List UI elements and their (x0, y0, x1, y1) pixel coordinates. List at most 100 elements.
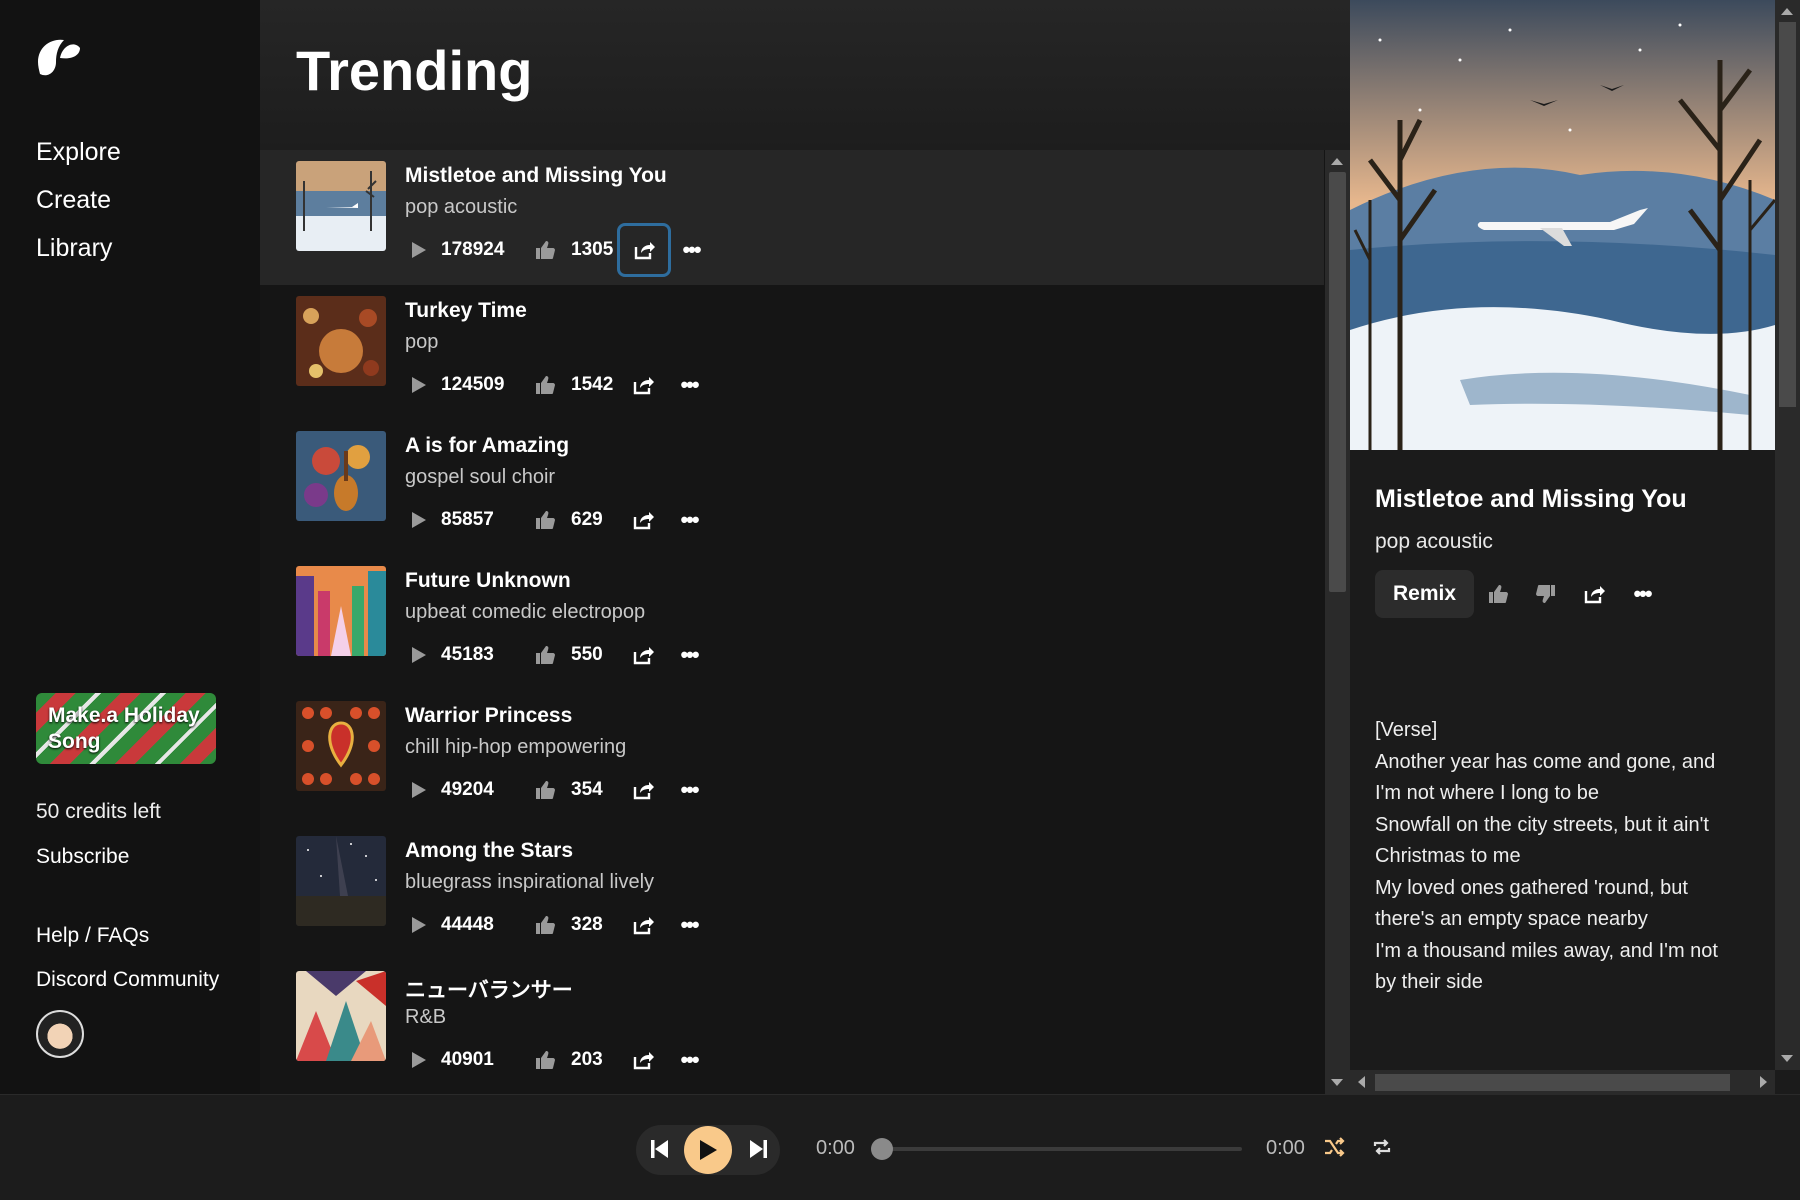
nav-create[interactable]: Create (36, 176, 121, 224)
previous-track-icon[interactable] (650, 1138, 670, 1160)
share-button[interactable] (617, 494, 669, 546)
play-icon[interactable] (405, 506, 433, 534)
play-icon[interactable] (405, 371, 433, 399)
scroll-down-icon[interactable] (1331, 1079, 1343, 1086)
thumbs-up-icon[interactable] (1474, 570, 1522, 618)
scrollbar-thumb[interactable] (1779, 22, 1796, 407)
more-options-icon[interactable]: ••• (669, 502, 709, 538)
current-time: 0:00 (816, 1137, 855, 1159)
thumbs-up-icon[interactable] (531, 1046, 559, 1074)
play-icon[interactable] (405, 1046, 433, 1074)
play-icon[interactable] (405, 236, 433, 264)
more-options-icon[interactable]: ••• (1618, 570, 1666, 618)
play-count: 178924 (441, 239, 505, 260)
play-icon[interactable] (405, 641, 433, 669)
song-row[interactable]: Among the Stars bluegrass inspirational … (260, 825, 1324, 960)
next-track-icon[interactable] (748, 1138, 768, 1160)
thumbs-up-icon[interactable] (531, 641, 559, 669)
song-cover-art[interactable] (296, 836, 386, 926)
share-button[interactable] (617, 629, 669, 681)
scrollbar-thumb[interactable] (1329, 172, 1346, 592)
lyrics-line: [Verse] (1375, 719, 1438, 741)
lyrics-line: I'm not where I long to be (1375, 782, 1599, 804)
like-count: 203 (571, 1049, 603, 1070)
like-count: 629 (571, 509, 603, 530)
share-button[interactable] (617, 223, 671, 277)
song-title[interactable]: Turkey Time (405, 299, 527, 323)
share-button[interactable] (617, 899, 669, 951)
more-options-icon[interactable]: ••• (669, 1042, 709, 1078)
share-button[interactable] (617, 359, 669, 411)
lyrics-line: My loved ones gathered 'round, but (1375, 876, 1688, 899)
song-title[interactable]: Future Unknown (405, 569, 571, 593)
thumbs-up-icon[interactable] (531, 371, 559, 399)
subscribe-link[interactable]: Subscribe (36, 845, 129, 869)
thumbs-up-icon[interactable] (531, 911, 559, 939)
detail-vertical-scrollbar[interactable] (1775, 0, 1800, 1070)
song-title[interactable]: Among the Stars (405, 839, 573, 863)
song-style: chill hip-hop empowering (405, 736, 627, 758)
thumbs-up-icon[interactable] (531, 236, 559, 264)
scrollbar-thumb[interactable] (1375, 1074, 1730, 1091)
song-row[interactable]: Mistletoe and Missing You pop acoustic 1… (260, 150, 1324, 285)
more-options-icon[interactable]: ••• (669, 907, 709, 943)
remix-button[interactable]: Remix (1375, 570, 1475, 618)
song-row[interactable]: Future Unknown upbeat comedic electropop… (260, 555, 1324, 690)
more-options-icon[interactable]: ••• (669, 367, 709, 403)
song-title[interactable]: ニューバランサー (405, 974, 573, 1004)
play-icon[interactable] (405, 776, 433, 804)
user-avatar[interactable] (36, 1010, 84, 1058)
nav-explore[interactable]: Explore (36, 128, 121, 176)
help-link[interactable]: Help / FAQs (36, 924, 149, 948)
thumbs-up-icon[interactable] (531, 776, 559, 804)
thumbs-down-icon[interactable] (1522, 570, 1570, 618)
song-style: R&B (405, 1006, 447, 1028)
song-cover-art[interactable] (296, 971, 386, 1061)
more-options-icon[interactable]: ••• (669, 637, 709, 673)
more-options-icon[interactable]: ••• (669, 772, 709, 808)
scroll-down-icon[interactable] (1781, 1055, 1793, 1062)
song-cover-art[interactable] (296, 296, 386, 386)
repeat-icon[interactable] (1370, 1135, 1394, 1159)
song-row[interactable]: Turkey Time pop 124509 1542 ••• (260, 285, 1324, 420)
share-button[interactable] (617, 1034, 669, 1086)
thumbs-up-icon[interactable] (531, 506, 559, 534)
song-list: Mistletoe and Missing You pop acoustic 1… (260, 150, 1324, 1095)
lyrics: [Verse] Another year has come and gone, … (1375, 715, 1755, 999)
song-row[interactable]: ニューバランサー R&B 40901 203 ••• (260, 960, 1324, 1095)
progress-track[interactable] (872, 1147, 1242, 1151)
song-cover-art[interactable] (296, 566, 386, 656)
share-icon[interactable] (1570, 570, 1618, 618)
app-logo-icon[interactable] (34, 34, 82, 82)
lyrics-line: by their side (1375, 971, 1483, 993)
song-title[interactable]: A is for Amazing (405, 434, 569, 458)
song-cover-art[interactable] (296, 161, 386, 251)
holiday-promo-button[interactable]: Make.a Holiday Song (36, 693, 216, 764)
credits-remaining: 50 credits left (36, 800, 161, 823)
scroll-left-icon[interactable] (1358, 1076, 1365, 1088)
song-row[interactable]: A is for Amazing gospel soul choir 85857… (260, 420, 1324, 555)
play-button[interactable] (684, 1126, 732, 1174)
progress-handle[interactable] (871, 1138, 893, 1160)
share-button[interactable] (617, 764, 669, 816)
nav-library[interactable]: Library (36, 224, 121, 272)
play-count: 45183 (441, 644, 494, 665)
main-nav: Explore Create Library (36, 128, 121, 272)
scroll-up-icon[interactable] (1331, 158, 1343, 165)
song-row[interactable]: Warrior Princess chill hip-hop empowerin… (260, 690, 1324, 825)
more-options-icon[interactable]: ••• (671, 232, 711, 268)
scroll-right-icon[interactable] (1760, 1076, 1767, 1088)
discord-link[interactable]: Discord Community (36, 968, 219, 992)
song-cover-art[interactable] (296, 701, 386, 791)
detail-horizontal-scrollbar[interactable] (1350, 1070, 1775, 1094)
song-title[interactable]: Warrior Princess (405, 704, 572, 728)
song-style: gospel soul choir (405, 466, 556, 488)
like-count: 1542 (571, 374, 614, 395)
song-list-scrollbar[interactable] (1325, 150, 1350, 1094)
shuffle-icon[interactable] (1322, 1135, 1346, 1159)
song-title[interactable]: Mistletoe and Missing You (405, 164, 667, 188)
scroll-up-icon[interactable] (1781, 8, 1793, 15)
song-cover-art[interactable] (296, 431, 386, 521)
lyrics-line: Snowfall on the city streets, but it ain… (1375, 813, 1709, 836)
play-icon[interactable] (405, 911, 433, 939)
